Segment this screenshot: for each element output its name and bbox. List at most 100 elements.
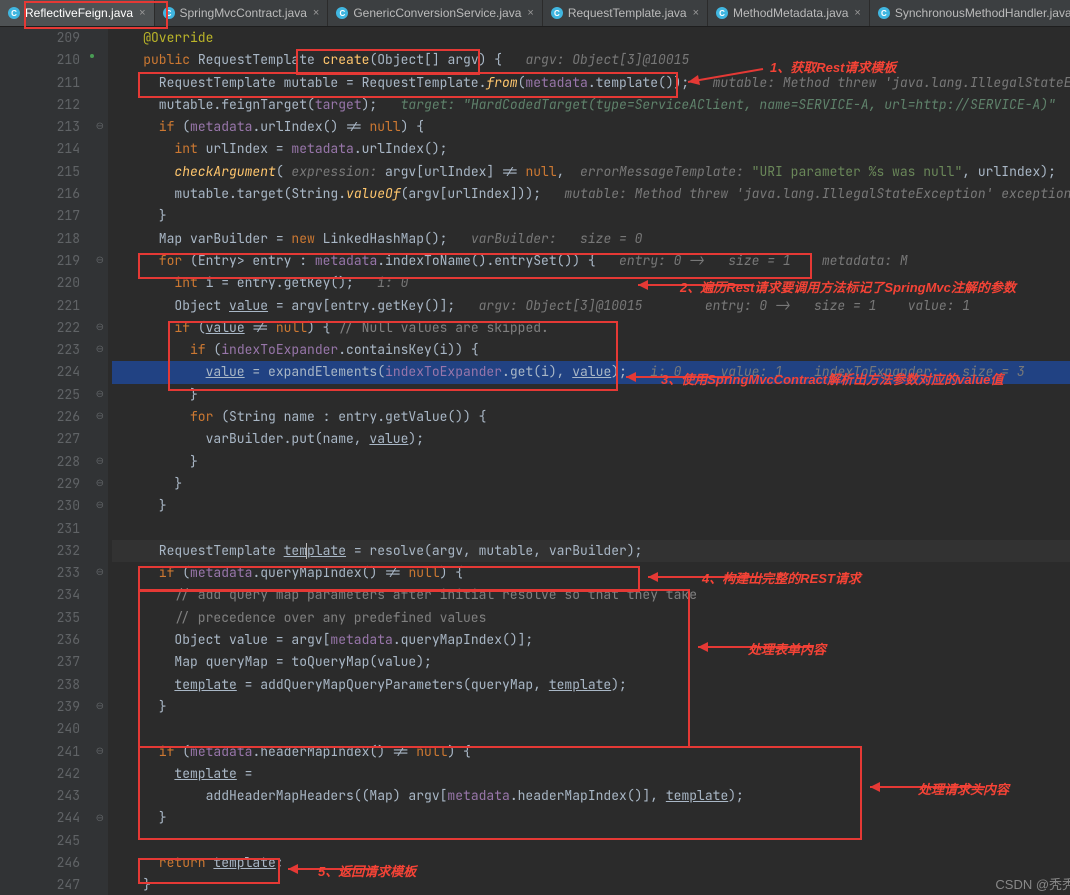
- line-number[interactable]: 231: [0, 518, 80, 540]
- fold-icon[interactable]: ⊖: [96, 498, 104, 511]
- code-line-216[interactable]: mutable.target(String.valueOf(argv[urlIn…: [112, 183, 1070, 205]
- fold-icon[interactable]: ⊖: [96, 342, 104, 355]
- line-number[interactable]: 229: [0, 473, 80, 495]
- code-line-218[interactable]: Map varBuilder = new LinkedHashMap(); va…: [112, 228, 1070, 250]
- line-number[interactable]: 219: [0, 250, 80, 272]
- line-number[interactable]: 237: [0, 651, 80, 673]
- tab-RequestTemplate.java[interactable]: CRequestTemplate.java×: [543, 0, 708, 26]
- close-icon[interactable]: ×: [527, 7, 533, 19]
- code-line-223[interactable]: if (indexToExpander.containsKey(i)) {: [112, 339, 1070, 361]
- line-number[interactable]: 244: [0, 807, 80, 829]
- fold-icon[interactable]: ⊖: [96, 811, 104, 824]
- tab-MethodMetadata.java[interactable]: CMethodMetadata.java×: [708, 0, 870, 26]
- line-number[interactable]: 245: [0, 830, 80, 852]
- fold-icon[interactable]: ⊖: [96, 454, 104, 467]
- line-number[interactable]: 247: [0, 874, 80, 895]
- line-number[interactable]: 243: [0, 785, 80, 807]
- line-number[interactable]: 211: [0, 72, 80, 94]
- code-line-228[interactable]: }: [112, 451, 1070, 473]
- code-line-233[interactable]: if (metadata.queryMapIndex() != null) {: [112, 562, 1070, 584]
- code-line-213[interactable]: if (metadata.urlIndex() != null) {: [112, 116, 1070, 138]
- code-line-219[interactable]: for (Entry> entry : metadata.indexToName…: [112, 250, 1070, 272]
- fold-icon[interactable]: ⊖: [96, 699, 104, 712]
- line-number[interactable]: 209: [0, 27, 80, 49]
- code-line-222[interactable]: if (value != null) { // Null values are …: [112, 317, 1070, 339]
- code-line-234[interactable]: // add query map parameters after initia…: [112, 584, 1070, 606]
- code-line-239[interactable]: }: [112, 696, 1070, 718]
- class-icon: C: [551, 7, 563, 19]
- line-number[interactable]: 240: [0, 718, 80, 740]
- code-line-237[interactable]: Map queryMap = toQueryMap(value);: [112, 651, 1070, 673]
- line-number[interactable]: 242: [0, 763, 80, 785]
- code-line-238[interactable]: template = addQueryMapQueryParameters(qu…: [112, 674, 1070, 696]
- line-number[interactable]: 233: [0, 562, 80, 584]
- tab-ReflectiveFeign.java[interactable]: CReflectiveFeign.java×: [0, 0, 155, 26]
- code-line-217[interactable]: }: [112, 205, 1070, 227]
- line-number[interactable]: 213: [0, 116, 80, 138]
- fold-icon[interactable]: ⊖: [96, 320, 104, 333]
- line-number[interactable]: 222: [0, 317, 80, 339]
- line-number[interactable]: 224: [0, 361, 80, 383]
- line-number[interactable]: 221: [0, 295, 80, 317]
- fold-icon[interactable]: ⊖: [96, 253, 104, 266]
- code-line-241[interactable]: if (metadata.headerMapIndex() != null) {: [112, 741, 1070, 763]
- line-number[interactable]: 239: [0, 696, 80, 718]
- code-line-209[interactable]: @Override: [112, 27, 1070, 49]
- line-number[interactable]: 214: [0, 138, 80, 160]
- code-line-230[interactable]: }: [112, 495, 1070, 517]
- code-area[interactable]: @Override public RequestTemplate create(…: [108, 27, 1070, 895]
- code-line-244[interactable]: }: [112, 807, 1070, 829]
- code-line-212[interactable]: mutable.feignTarget(target); target: "Ha…: [112, 94, 1070, 116]
- code-line-231[interactable]: [112, 518, 1070, 540]
- line-number[interactable]: 238: [0, 674, 80, 696]
- line-number[interactable]: 236: [0, 629, 80, 651]
- line-number[interactable]: 223: [0, 339, 80, 361]
- code-line-246[interactable]: return template;: [112, 852, 1070, 874]
- line-number[interactable]: 241: [0, 741, 80, 763]
- line-number[interactable]: 225: [0, 384, 80, 406]
- code-line-226[interactable]: for (String name : entry.getValue()) {: [112, 406, 1070, 428]
- line-number[interactable]: 228: [0, 451, 80, 473]
- code-line-211[interactable]: RequestTemplate mutable = RequestTemplat…: [112, 72, 1070, 94]
- line-number[interactable]: 212: [0, 94, 80, 116]
- fold-icon[interactable]: ⊖: [96, 409, 104, 422]
- tab-SynchronousMethodHandler.java[interactable]: CSynchronousMethodHandler.java×: [870, 0, 1070, 26]
- code-line-214[interactable]: int urlIndex = metadata.urlIndex();: [112, 138, 1070, 160]
- close-icon[interactable]: ×: [313, 7, 319, 19]
- line-number[interactable]: 230: [0, 495, 80, 517]
- code-line-210[interactable]: public RequestTemplate create(Object[] a…: [112, 49, 1070, 71]
- code-line-240[interactable]: [112, 718, 1070, 740]
- line-number[interactable]: 215: [0, 161, 80, 183]
- fold-icon[interactable]: ⊖: [96, 565, 104, 578]
- fold-icon[interactable]: ⊖: [96, 387, 104, 400]
- line-number[interactable]: 218: [0, 228, 80, 250]
- close-icon[interactable]: ×: [693, 7, 699, 19]
- code-line-227[interactable]: varBuilder.put(name, value);: [112, 428, 1070, 450]
- line-number[interactable]: 217: [0, 205, 80, 227]
- line-number[interactable]: 232: [0, 540, 80, 562]
- tab-GenericConversionService.java[interactable]: CGenericConversionService.java×: [328, 0, 543, 26]
- fold-icon[interactable]: ⊖: [96, 476, 104, 489]
- line-number[interactable]: 220: [0, 272, 80, 294]
- line-number[interactable]: 210: [0, 49, 80, 71]
- close-icon[interactable]: ×: [139, 7, 145, 19]
- code-line-232[interactable]: RequestTemplate template = resolve(argv,…: [112, 540, 1070, 562]
- code-line-229[interactable]: }: [112, 473, 1070, 495]
- code-line-235[interactable]: // precedence over any predefined values: [112, 607, 1070, 629]
- fold-icon[interactable]: ⊖: [96, 744, 104, 757]
- line-number[interactable]: 227: [0, 428, 80, 450]
- line-number[interactable]: 246: [0, 852, 80, 874]
- fold-icon[interactable]: ⊖: [96, 119, 104, 132]
- close-icon[interactable]: ×: [854, 7, 860, 19]
- code-line-245[interactable]: [112, 830, 1070, 852]
- anno-6: 处理请求头内容: [918, 779, 1009, 798]
- code-line-236[interactable]: Object value = argv[metadata.queryMapInd…: [112, 629, 1070, 651]
- code-line-221[interactable]: Object value = argv[entry.getKey()]; arg…: [112, 295, 1070, 317]
- line-number[interactable]: 234: [0, 584, 80, 606]
- line-number[interactable]: 235: [0, 607, 80, 629]
- code-line-247[interactable]: }: [112, 874, 1070, 895]
- line-number[interactable]: 226: [0, 406, 80, 428]
- code-line-215[interactable]: checkArgument( expression: argv[urlIndex…: [112, 161, 1070, 183]
- tab-SpringMvcContract.java[interactable]: CSpringMvcContract.java×: [155, 0, 329, 26]
- line-number[interactable]: 216: [0, 183, 80, 205]
